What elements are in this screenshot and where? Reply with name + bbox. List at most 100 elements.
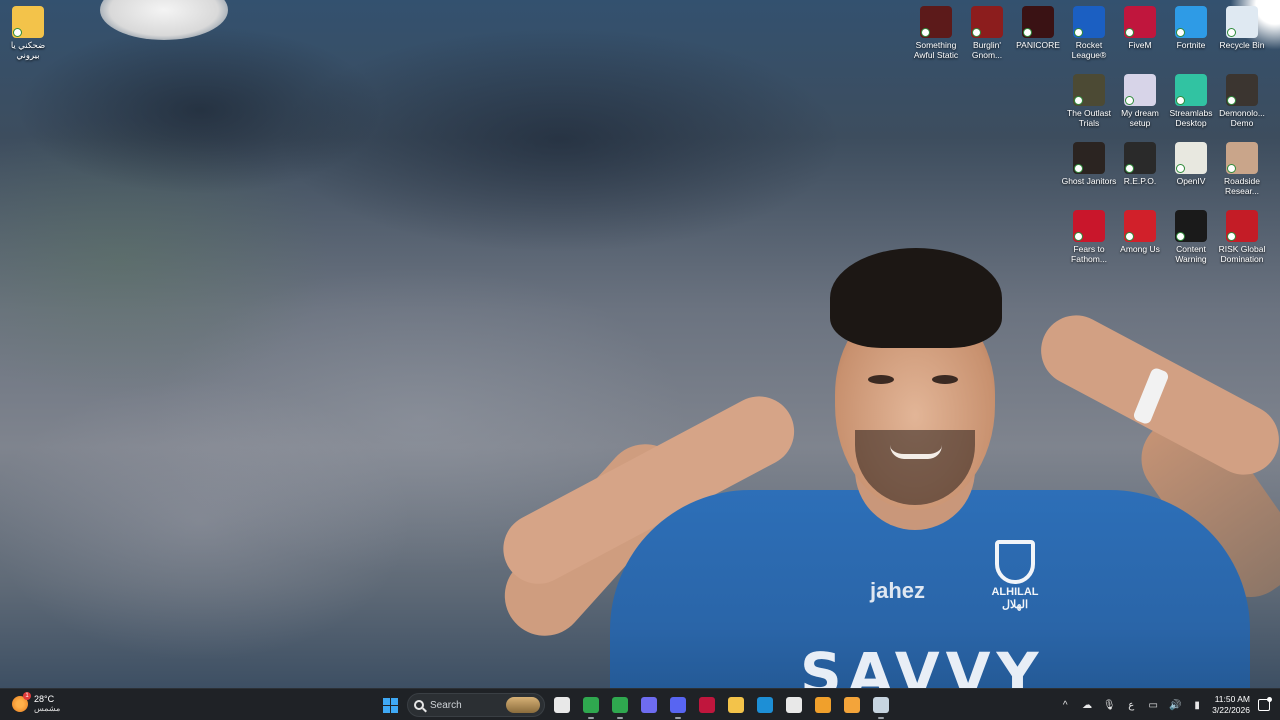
- desktop-shortcut[interactable]: Burglin' Gnom...: [959, 6, 1015, 60]
- desktop-shortcut[interactable]: OpenIV: [1163, 142, 1219, 186]
- fivem-icon: [699, 697, 715, 713]
- weather-widget[interactable]: 1 28°C مشمس: [12, 692, 60, 714]
- sync-status-icon: [1074, 232, 1083, 241]
- taskbar-app-10[interactable]: [840, 693, 864, 717]
- chrome-icon: [612, 697, 628, 713]
- taskbar-app-5[interactable]: [695, 693, 719, 717]
- battery-icon[interactable]: ▮: [1190, 700, 1204, 711]
- wallpaper-player-photo: jahez ALHILAL الهلال SAVVY: [470, 240, 1280, 688]
- sync-status-icon: [1176, 232, 1185, 241]
- desktop-shortcut[interactable]: Rocket League®: [1061, 6, 1117, 60]
- game-icon: [1175, 210, 1207, 242]
- rocket-league-icon: [1073, 6, 1105, 38]
- microphone-icon[interactable]: 🎙: [1102, 700, 1116, 711]
- desktop-shortcut-label: OpenIV: [1176, 176, 1206, 186]
- desktop-shortcut[interactable]: My dream setup: [1112, 74, 1168, 128]
- taskbar-app-7[interactable]: [753, 693, 777, 717]
- taskbar-app-8[interactable]: [782, 693, 806, 717]
- desktop-shortcut[interactable]: RISK Global Domination: [1214, 210, 1270, 264]
- folder-icon: [12, 6, 44, 38]
- desktop-shortcut[interactable]: Ghost Janitors: [1061, 142, 1117, 186]
- taskbar-app-1[interactable]: [579, 693, 603, 719]
- desktop-shortcut[interactable]: PANICORE: [1010, 6, 1066, 50]
- volume-icon[interactable]: 🔊: [1168, 700, 1182, 711]
- desktop-shortcut[interactable]: FiveM: [1112, 6, 1168, 50]
- notification-center-icon[interactable]: [1258, 697, 1272, 711]
- sync-status-icon: [1125, 164, 1134, 173]
- taskbar-app-11[interactable]: [869, 693, 893, 719]
- game-icon: [920, 6, 952, 38]
- game-icon: [1022, 6, 1054, 38]
- clock[interactable]: 11:50 AM 3/22/2026: [1212, 694, 1250, 716]
- desktop-shortcut[interactable]: Among Us: [1112, 210, 1168, 254]
- desktop-shortcut-label: Rocket League®: [1071, 40, 1107, 60]
- desktop-shortcut-label: FiveM: [1128, 40, 1152, 50]
- recycle-bin-icon: [1226, 6, 1258, 38]
- sync-status-icon: [1176, 28, 1185, 37]
- clock-date: 3/22/2026: [1212, 705, 1250, 715]
- sync-status-icon: [1227, 96, 1236, 105]
- input-language[interactable]: ع: [1124, 700, 1138, 711]
- sync-status-icon: [13, 28, 22, 37]
- taskbar-app-4[interactable]: [666, 693, 690, 719]
- desktop-shortcut-label: The Outlast Trials: [1067, 108, 1111, 128]
- game-icon: [971, 6, 1003, 38]
- desktop-shortcut[interactable]: Roadside Resear...: [1214, 142, 1270, 196]
- taskbar-search[interactable]: Search: [407, 693, 545, 717]
- desktop-shortcut-label: Fears to Fathom...: [1071, 244, 1107, 264]
- taskbar-app-3[interactable]: [637, 693, 661, 717]
- running-indicator: [617, 717, 623, 719]
- game-icon: [1073, 210, 1105, 242]
- taskbar-app-0[interactable]: [550, 693, 574, 717]
- desktop-shortcut[interactable]: Content Warning: [1163, 210, 1219, 264]
- taskbar-app-2[interactable]: [608, 693, 632, 719]
- desktop-shortcut-label: RISK Global Domination: [1218, 244, 1266, 264]
- sync-status-icon: [1023, 28, 1032, 37]
- among-us-icon: [1124, 210, 1156, 242]
- taskbar-app-9[interactable]: [811, 693, 835, 717]
- system-tray: ^ ☁ 🎙 ع ▭ 🔊 ▮ 11:50 AM 3/22/2026: [1058, 693, 1272, 717]
- desktop-shortcut[interactable]: Fears to Fathom...: [1061, 210, 1117, 264]
- desktop-shortcut[interactable]: Streamlabs Desktop: [1163, 74, 1219, 128]
- openiv-icon: [1175, 142, 1207, 174]
- search-icon: [414, 700, 424, 710]
- desktop-shortcut[interactable]: Recycle Bin: [1214, 6, 1270, 50]
- show-hidden-icons-chevron[interactable]: ^: [1058, 700, 1072, 711]
- desktop-shortcut-label: PANICORE: [1016, 40, 1060, 50]
- desktop-shortcut-label: Among Us: [1120, 244, 1160, 254]
- desktop-shortcut[interactable]: Something Awful Static: [908, 6, 964, 60]
- taskbar: 1 28°C مشمس Search ^ ☁ 🎙 ع ▭ 🔊 ▮ 11:50 A…: [0, 688, 1280, 720]
- sync-status-icon: [972, 28, 981, 37]
- clock-time: 11:50 AM: [1214, 694, 1250, 704]
- weather-alert-badge: 1: [23, 692, 31, 700]
- desktop-shortcut[interactable]: Demonolo... Demo: [1214, 74, 1270, 128]
- windows-icon: [382, 697, 398, 713]
- game-icon: [1226, 210, 1258, 242]
- desktop-shortcut-label: Demonolo... Demo: [1219, 108, 1265, 128]
- network-icon[interactable]: ▭: [1146, 700, 1160, 711]
- jersey-sponsor: jahez: [870, 578, 926, 603]
- desktop-shortcut-label: Fortnite: [1176, 40, 1206, 50]
- onedrive-icon[interactable]: ☁: [1080, 700, 1094, 711]
- desktop-shortcut[interactable]: R.E.P.O.: [1112, 142, 1168, 186]
- sync-status-icon: [1074, 28, 1083, 37]
- desktop-shortcut-label: Burglin' Gnom...: [971, 40, 1003, 60]
- running-indicator: [588, 717, 594, 719]
- desktop-shortcut[interactable]: The Outlast Trials: [1061, 74, 1117, 128]
- sync-status-icon: [1125, 96, 1134, 105]
- brave-icon: [815, 697, 831, 713]
- sync-status-icon: [921, 28, 930, 37]
- game-icon: [1073, 74, 1105, 106]
- desktop-shortcut[interactable]: Fortnite: [1163, 6, 1219, 50]
- taskbar-app-6[interactable]: [724, 693, 748, 717]
- desktop-shortcut[interactable]: ضحكني يا بيروني: [0, 6, 56, 60]
- start-button[interactable]: [378, 693, 402, 717]
- taskbar-apps: Search: [378, 693, 893, 719]
- store-icon: [786, 697, 802, 713]
- jersey-text: SAVVY: [800, 640, 1045, 688]
- chat-icon: [844, 697, 860, 713]
- sync-status-icon: [1125, 232, 1134, 241]
- sync-status-icon: [1227, 164, 1236, 173]
- desktop-shortcut-label: Something Awful Static: [913, 40, 959, 60]
- running-indicator: [878, 717, 884, 719]
